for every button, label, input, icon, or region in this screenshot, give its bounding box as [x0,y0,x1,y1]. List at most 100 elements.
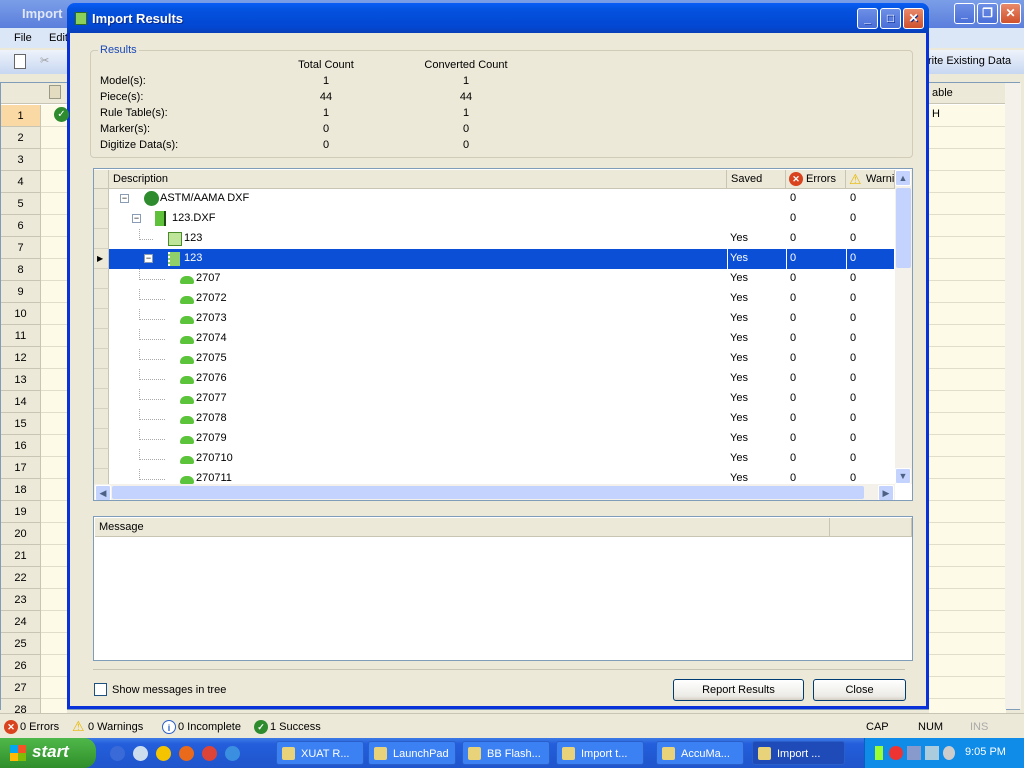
grid-cell[interactable] [929,611,1006,633]
grid-cell[interactable] [929,391,1006,413]
col-description[interactable]: Description [109,170,727,189]
grid-cell[interactable] [929,105,1006,127]
tree-row[interactable]: 123 Yes 0 0 [94,229,894,249]
row-header[interactable]: 2 [1,127,41,149]
grid-cell[interactable] [929,127,1006,149]
menu-edit[interactable]: Edit [49,32,68,44]
h-scroll-thumb[interactable] [112,486,864,499]
row-selector[interactable] [94,269,109,289]
grid-cell[interactable] [929,259,1006,281]
media-player-icon[interactable] [133,746,148,761]
row-header[interactable]: 27 [1,677,41,699]
row-header[interactable]: 17 [1,457,41,479]
grid-scrollbar[interactable] [1005,83,1021,709]
scroll-down-button[interactable]: ▼ [895,468,911,484]
grid-cell[interactable] [929,413,1006,435]
row-header[interactable]: 11 [1,325,41,347]
grid-cell[interactable] [41,127,67,149]
battery-icon[interactable] [875,746,883,760]
row-header[interactable]: 16 [1,435,41,457]
tree-row[interactable]: 27074 Yes 0 0 [94,329,894,349]
row-header[interactable]: 21 [1,545,41,567]
grid-cell[interactable] [41,501,67,523]
grid-cell[interactable] [41,369,67,391]
grid-cell[interactable] [929,479,1006,501]
grid-cell[interactable] [41,259,67,281]
grid-cell[interactable] [929,171,1006,193]
grid-cell[interactable] [41,347,67,369]
row-header[interactable]: 10 [1,303,41,325]
grid-cell[interactable] [929,633,1006,655]
scroll-left-button[interactable]: ◀ [95,485,111,500]
grid-cell[interactable] [41,303,67,325]
grid-cell[interactable] [41,457,67,479]
tree-row[interactable]: 27079 Yes 0 0 [94,429,894,449]
collapse-toggle[interactable]: − [132,214,141,223]
row-selector[interactable] [94,329,109,349]
grid-cell[interactable] [929,523,1006,545]
grid-cell[interactable] [41,435,67,457]
row-selector[interactable] [94,209,109,229]
grid-cell[interactable] [41,325,67,347]
firefox-icon[interactable] [179,746,194,761]
row-selector[interactable] [94,429,109,449]
row-selector[interactable] [94,349,109,369]
grid-cell[interactable] [929,325,1006,347]
taskbar-button[interactable]: Import t... [556,741,644,765]
tree-row[interactable]: 27072 Yes 0 0 [94,289,894,309]
row-header[interactable]: 4 [1,171,41,193]
row-selector[interactable] [94,389,109,409]
scroll-right-button[interactable]: ▶ [878,485,894,500]
taskbar-button[interactable]: XUAT R... [276,741,364,765]
collapse-toggle[interactable]: − [120,194,129,203]
grid-cell[interactable] [41,413,67,435]
tree-row[interactable]: 27078 Yes 0 0 [94,409,894,429]
row-header[interactable]: 9 [1,281,41,303]
ie-icon[interactable] [225,746,240,761]
row-header[interactable]: 1 [1,105,41,127]
tree-row[interactable]: 27077 Yes 0 0 [94,389,894,409]
grid-cell[interactable] [41,633,67,655]
row-header[interactable]: 26 [1,655,41,677]
tree-row[interactable]: 2707 Yes 0 0 [94,269,894,289]
row-selector[interactable] [94,369,109,389]
taskbar-button[interactable]: LaunchPad [368,741,456,765]
volume-icon[interactable] [943,746,955,760]
col-errors[interactable]: ✕ Errors [786,170,846,189]
tree-row[interactable]: 27075 Yes 0 0 [94,349,894,369]
scroll-thumb[interactable] [896,188,911,268]
grid-cell[interactable] [41,545,67,567]
tree-row[interactable]: 27073 Yes 0 0 [94,309,894,329]
messenger-icon[interactable] [156,746,171,761]
grid-cell[interactable] [41,171,67,193]
quicklaunch-icon[interactable] [110,746,125,761]
app-restore-button[interactable]: ❐ [977,3,998,24]
grid-cell[interactable] [929,215,1006,237]
row-header[interactable]: 13 [1,369,41,391]
row-header[interactable]: 7 [1,237,41,259]
grid-cell[interactable] [929,347,1006,369]
col-message[interactable]: Message [95,518,830,537]
tree-row[interactable]: ▶ − 123 Yes 0 0 [94,249,894,269]
grid-cell[interactable] [929,567,1006,589]
row-header[interactable]: 6 [1,215,41,237]
col-warnings[interactable]: ⚠ Warnii [846,170,895,189]
close-button[interactable]: Close [813,679,906,701]
chrome-icon[interactable] [202,746,217,761]
row-header[interactable]: 8 [1,259,41,281]
row-selector[interactable] [94,449,109,469]
grid-cell[interactable] [41,237,67,259]
taskbar-button[interactable]: BB Flash... [462,741,550,765]
row-selector[interactable] [94,189,109,209]
row-header[interactable]: 15 [1,413,41,435]
grid-cell[interactable] [929,677,1006,699]
row-header[interactable]: 18 [1,479,41,501]
grid-cell[interactable] [929,149,1006,171]
row-header[interactable]: 22 [1,567,41,589]
row-header[interactable]: 5 [1,193,41,215]
grid-cell[interactable] [929,303,1006,325]
grid-cell[interactable] [929,237,1006,259]
grid-cell[interactable] [41,281,67,303]
grid-cell[interactable] [41,193,67,215]
grid-cell[interactable] [41,655,67,677]
